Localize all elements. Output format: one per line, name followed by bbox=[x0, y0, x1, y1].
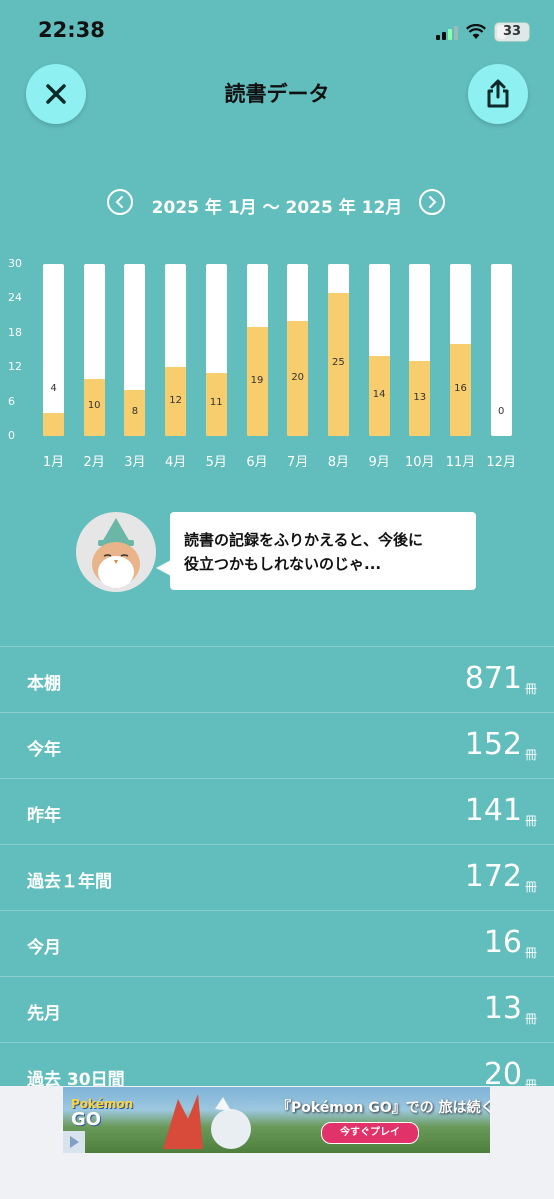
stat-unit: 冊 bbox=[524, 946, 537, 960]
y-tick-label: 12 bbox=[8, 360, 22, 374]
stat-value: 172 bbox=[464, 859, 522, 894]
stat-label: 今年 bbox=[27, 740, 61, 760]
speech-line-1: 読書の記録をふりかえると、今後に bbox=[184, 531, 423, 549]
bar-value-label: 11 bbox=[209, 397, 223, 409]
ad-choices-icon[interactable] bbox=[63, 1131, 85, 1153]
stat-label: 先月 bbox=[27, 1004, 61, 1024]
stat-unit: 冊 bbox=[524, 1012, 537, 1026]
x-axis-label: 3月 bbox=[124, 455, 146, 470]
stat-value: 13 bbox=[483, 991, 522, 1026]
x-axis-label: 4月 bbox=[164, 455, 187, 470]
speech-bubble: 読書の記録をふりかえると、今後に 役立つかもしれないのじゃ... bbox=[170, 512, 476, 590]
stat-row: 過去１年間 172 冊 bbox=[0, 844, 554, 910]
bar-value-label: 16 bbox=[454, 383, 467, 395]
share-icon bbox=[487, 79, 509, 108]
stat-row: 今月 16 冊 bbox=[0, 910, 554, 976]
bar-value-label: 10 bbox=[87, 400, 101, 412]
stat-value: 871 bbox=[464, 661, 522, 696]
speech-line-2: 役立つかもしれないのじゃ... bbox=[184, 555, 382, 573]
stat-value: 152 bbox=[464, 727, 522, 762]
stat-row: 今年 152 冊 bbox=[0, 712, 554, 778]
ad-headline: 『Pokémon GO』での 旅は続く bbox=[277, 1100, 490, 1116]
x-axis-label: 7月 bbox=[287, 455, 309, 470]
bar-value-label: 0 bbox=[498, 406, 505, 417]
bar-value-label: 19 bbox=[250, 374, 264, 386]
ad-banner[interactable]: Pokémon GO 『Pokémon GO』での 旅は続く 今すぐプレイ bbox=[63, 1087, 490, 1153]
ad-play-now-button[interactable]: 今すぐプレイ bbox=[321, 1122, 419, 1144]
bar[interactable]: 20 bbox=[287, 264, 309, 436]
stat-unit: 冊 bbox=[524, 748, 537, 762]
stat-label: 過去１年間 bbox=[27, 872, 112, 892]
battery-level: 33 bbox=[502, 24, 522, 39]
cellular-signal-icon bbox=[436, 24, 458, 40]
y-tick-label: 18 bbox=[8, 325, 22, 339]
bar[interactable]: 4 bbox=[43, 264, 64, 436]
bar[interactable]: 25 bbox=[327, 264, 349, 436]
bar[interactable]: 0 bbox=[490, 264, 512, 436]
status-bar: 22:38 33 bbox=[0, 0, 554, 60]
bar[interactable]: 13 bbox=[409, 264, 431, 436]
x-axis-label: 9月 bbox=[368, 455, 390, 470]
next-period-button[interactable] bbox=[419, 189, 445, 215]
status-icons: 33 bbox=[436, 22, 530, 42]
bar-value-label: 20 bbox=[291, 371, 305, 383]
x-axis-label: 10月 bbox=[405, 455, 435, 470]
bar[interactable]: 11 bbox=[205, 264, 227, 436]
y-tick-label: 30 bbox=[8, 257, 22, 270]
stat-row: 本棚 871 冊 bbox=[0, 646, 554, 712]
date-range-selector: 2025 年 1月 〜 2025 年 12月 bbox=[0, 187, 554, 221]
stat-row: 先月 13 冊 bbox=[0, 976, 554, 1042]
x-axis-label: 8月 bbox=[327, 455, 350, 470]
bar-value-label: 4 bbox=[50, 383, 57, 395]
stat-value: 141 bbox=[464, 793, 522, 828]
x-axis-label: 6月 bbox=[246, 455, 268, 470]
bar-value-label: 12 bbox=[169, 394, 182, 406]
x-axis-label: 5月 bbox=[205, 455, 227, 470]
date-range-label: 2025 年 1月 〜 2025 年 12月 bbox=[151, 198, 403, 218]
battery-icon: 33 bbox=[494, 22, 530, 42]
stat-unit: 冊 bbox=[524, 880, 537, 894]
bar[interactable]: 14 bbox=[368, 264, 390, 436]
bar[interactable]: 10 bbox=[83, 264, 105, 436]
stat-label: 本棚 bbox=[27, 674, 61, 694]
stat-unit: 冊 bbox=[524, 682, 537, 696]
y-tick-label: 0 bbox=[8, 429, 15, 442]
stat-value: 16 bbox=[483, 925, 522, 960]
bar-fill bbox=[43, 413, 64, 436]
bar-value-label: 14 bbox=[372, 388, 386, 400]
x-axis-label: 2月 bbox=[83, 455, 105, 470]
stat-unit: 冊 bbox=[524, 814, 537, 828]
bar-value-label: 25 bbox=[332, 357, 345, 369]
ad-illustration bbox=[163, 1094, 251, 1149]
chevron-right-icon bbox=[429, 196, 437, 208]
bar-value-label: 13 bbox=[413, 391, 427, 403]
bar[interactable]: 8 bbox=[124, 264, 146, 436]
speech-bubble-tail bbox=[156, 560, 171, 576]
x-axis-label: 1月 bbox=[42, 455, 65, 470]
y-tick-label: 24 bbox=[8, 291, 22, 305]
stat-label: 今月 bbox=[27, 938, 61, 958]
monthly-books-bar-chart: 30 24 18 12 6 0 4 1月 10 2月 8 3月 12 4月 11 5月 19 6月 20 7月 25 8月… bbox=[0, 255, 554, 475]
x-axis-label: 12月 bbox=[486, 455, 516, 470]
bar[interactable]: 19 bbox=[246, 264, 268, 436]
wifi-icon bbox=[466, 24, 486, 39]
x-axis-label: 11月 bbox=[445, 455, 476, 470]
bar[interactable]: 16 bbox=[450, 264, 471, 436]
bar[interactable]: 12 bbox=[165, 264, 187, 436]
share-button[interactable] bbox=[468, 64, 528, 124]
status-time: 22:38 bbox=[38, 18, 105, 42]
stat-label: 昨年 bbox=[27, 806, 61, 826]
y-tick-label: 6 bbox=[8, 394, 15, 408]
stat-row: 昨年 141 冊 bbox=[0, 778, 554, 844]
stats-list: 本棚 871 冊今年 152 冊昨年 141 冊過去１年間 172 冊今月 16 冊先月 13 冊過去 … bbox=[0, 646, 554, 1108]
owl-professor-avatar bbox=[76, 512, 156, 592]
bar-value-label: 8 bbox=[131, 406, 139, 418]
